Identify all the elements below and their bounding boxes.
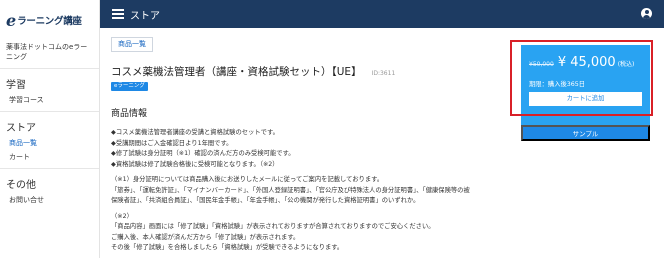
description-line: その後「修了試験」を合格しましたら「資格試験」が受験できるようになります。	[111, 244, 344, 251]
sidebar-heading-learning: 学習	[6, 80, 26, 91]
description-line: ご購入後、本人確認が済んだ方から「修了試験」が表示されます。	[111, 233, 300, 241]
description-line: 保険者証」、「共済組合員証」、「国民年金手帳」、「年金手帳」、「公の機関が発行し…	[111, 197, 420, 204]
description-line: ◆コスメ薬機法管理者講座の受講と資格試験のセットです。	[111, 129, 279, 136]
site-link[interactable]: 薬事法ドットコムのeラーニング	[0, 40, 99, 64]
highlight-box	[510, 40, 653, 116]
description-line: ◆修了試験は身分証明（※1）確認の済んだ方のみ受検可能です。	[111, 150, 295, 157]
product-id: ID:3611	[371, 70, 396, 77]
top-bar: ストア	[100, 0, 664, 28]
sidebar-item-product-list[interactable]: 商品一覧	[0, 136, 99, 150]
description-line: 「旅券」、「運転免許証」、「マイナンバーカード」、「外国人登録証明書」、「官公庁…	[111, 186, 470, 194]
description-line: （※2）	[111, 212, 133, 220]
logo-text: ラーニング講座	[17, 16, 82, 27]
logo-e: e	[6, 10, 17, 30]
page-title: ストア	[130, 10, 160, 22]
description-line: ◆受講期間はご入金確認日より1年間です。	[111, 139, 233, 147]
sidebar-heading-other: その他	[6, 180, 36, 191]
sidebar-item-cart[interactable]: カート	[0, 150, 99, 164]
sidebar-item-courses[interactable]: 学習コース	[0, 93, 99, 107]
sidebar-item-contact[interactable]: お問い合せ	[0, 193, 99, 207]
product-list-breadcrumb-button[interactable]: 商品一覧	[111, 37, 153, 52]
sidebar-divider	[0, 168, 99, 169]
elearning-badge: eラーニング	[111, 82, 148, 91]
description-line: （※1）身分証明については商品購入後にお送りしたメールに従ってご案内を記載してお…	[111, 176, 384, 183]
section-title: 商品情報	[111, 109, 148, 119]
account-icon[interactable]	[641, 8, 652, 19]
sidebar-divider	[0, 68, 99, 69]
sidebar-heading-store: ストア	[6, 123, 36, 134]
logo[interactable]: e ラーニング講座	[0, 0, 99, 40]
sidebar-divider	[0, 111, 99, 112]
product-description: ◆コスメ薬機法管理者講座の受講と資格試験のセットです。 ◆受講期間はご入金確認日…	[111, 128, 491, 254]
sample-button[interactable]: サンプル	[521, 125, 650, 141]
product-title-row: コスメ薬機法管理者（講座・資格試験セット）【UE】 ID:3611	[111, 64, 395, 79]
hamburger-icon[interactable]	[112, 7, 124, 22]
description-line: 「商品内容」画面には「修了試験」「資格試験」が表示されておりますが合算されており…	[111, 223, 435, 230]
product-title: コスメ薬機法管理者（講座・資格試験セット）【UE】	[111, 66, 362, 78]
sidebar: e ラーニング講座 薬事法ドットコムのeラーニング 学習 学習コース ストア 商…	[0, 0, 100, 258]
description-line: ◆資格試験は修了試験合格後に受検可能となります。（※2）	[111, 160, 279, 168]
